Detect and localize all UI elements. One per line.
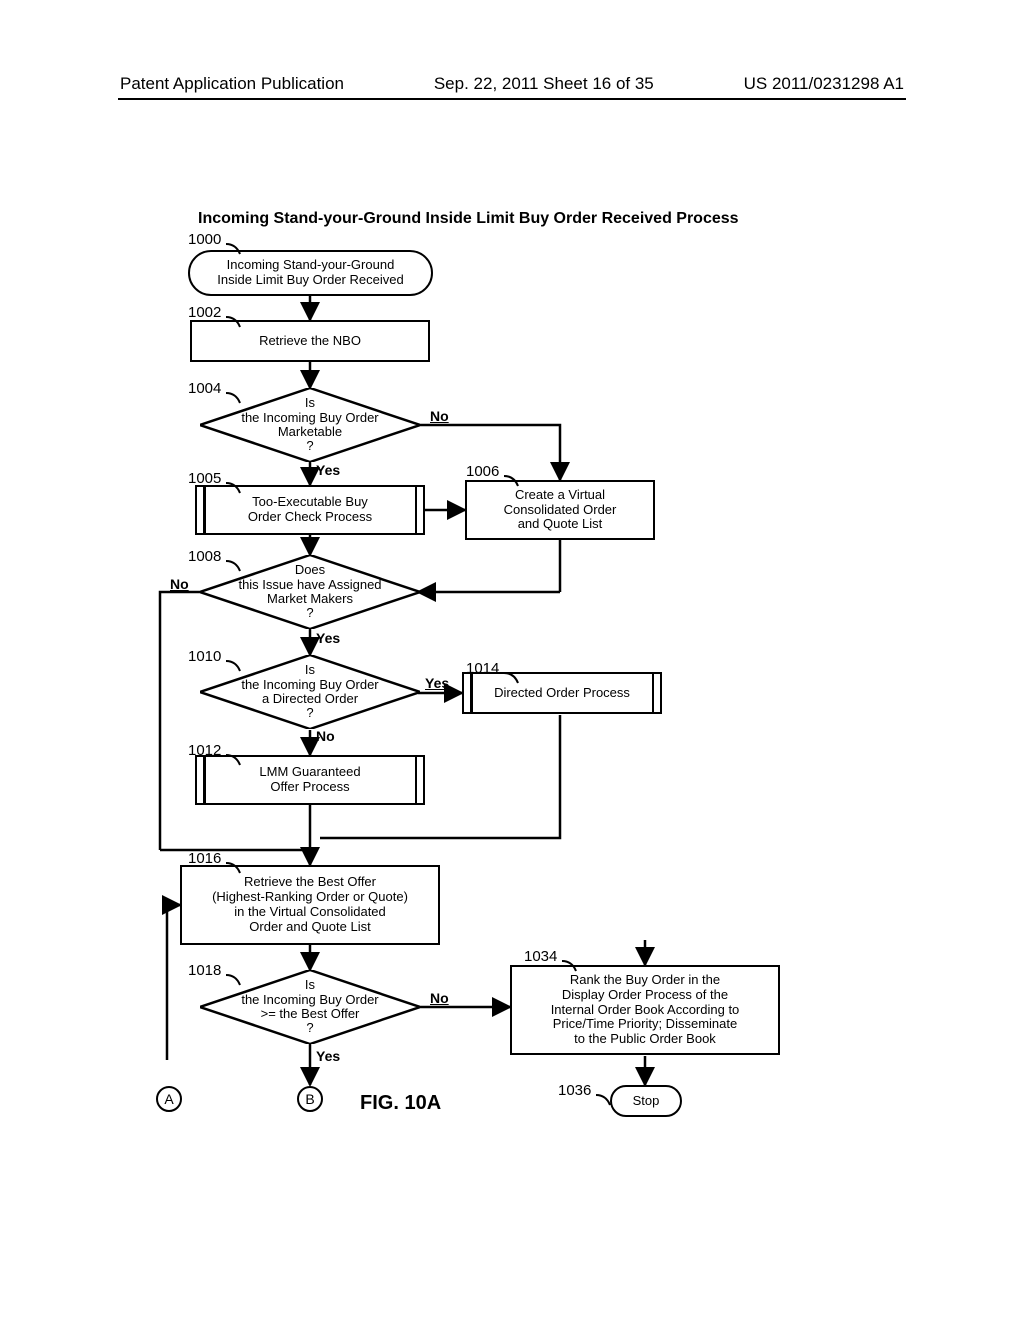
terminator-1000: Incoming Stand-your-Ground Inside Limit …: [188, 250, 433, 296]
decision-1010-text: Is the Incoming Buy Order a Directed Ord…: [200, 655, 420, 729]
edge-1010-no: No: [316, 728, 335, 744]
header-right: US 2011/0231298 A1: [744, 74, 904, 94]
flowchart-arrows: [0, 0, 1024, 1320]
edge-1008-yes: Yes: [316, 630, 340, 646]
page-header: Patent Application Publication Sep. 22, …: [0, 74, 1024, 94]
ref-hooks-svg: [0, 0, 1024, 1320]
header-left: Patent Application Publication: [120, 74, 344, 94]
decision-1004: Is the Incoming Buy Order Marketable ?: [200, 388, 420, 462]
header-rule: [118, 98, 906, 100]
header-mid: Sep. 22, 2011 Sheet 16 of 35: [434, 74, 654, 94]
edge-1004-yes: Yes: [316, 462, 340, 478]
predefined-1012: LMM Guaranteed Offer Process: [195, 755, 425, 805]
ref-1006: 1006: [466, 463, 499, 480]
ref-1034: 1034: [524, 948, 557, 965]
figure-caption: FIG. 10A: [360, 1092, 441, 1115]
flowchart-title: Incoming Stand-your-Ground Inside Limit …: [198, 210, 739, 228]
decision-1008: Does this Issue have Assigned Market Mak…: [200, 555, 420, 629]
process-1034: Rank the Buy Order in the Display Order …: [510, 965, 780, 1055]
decision-1008-text: Does this Issue have Assigned Market Mak…: [200, 555, 420, 629]
decision-1018: Is the Incoming Buy Order >= the Best Of…: [200, 970, 420, 1044]
edge-1018-yes: Yes: [316, 1048, 340, 1064]
decision-1018-text: Is the Incoming Buy Order >= the Best Of…: [200, 970, 420, 1044]
decision-1004-text: Is the Incoming Buy Order Marketable ?: [200, 388, 420, 462]
process-1016: Retrieve the Best Offer (Highest-Ranking…: [180, 865, 440, 945]
process-1002: Retrieve the NBO: [190, 320, 430, 362]
connector-a: A: [156, 1086, 182, 1112]
predefined-1014: Directed Order Process: [462, 672, 662, 714]
decision-1010: Is the Incoming Buy Order a Directed Ord…: [200, 655, 420, 729]
predefined-1005: Too-Executable Buy Order Check Process: [195, 485, 425, 535]
edge-1004-no: No: [430, 408, 449, 424]
edge-1010-yes: Yes: [425, 675, 449, 691]
ref-1002: 1002: [188, 304, 221, 321]
page: Patent Application Publication Sep. 22, …: [0, 0, 1024, 1320]
edge-1018-no: No: [430, 990, 449, 1006]
terminator-1036: Stop: [610, 1085, 682, 1117]
edge-1008-no: No: [170, 576, 189, 592]
ref-1000: 1000: [188, 231, 221, 248]
connector-b: B: [297, 1086, 323, 1112]
ref-1036: 1036: [558, 1082, 591, 1099]
process-1006: Create a Virtual Consolidated Order and …: [465, 480, 655, 540]
